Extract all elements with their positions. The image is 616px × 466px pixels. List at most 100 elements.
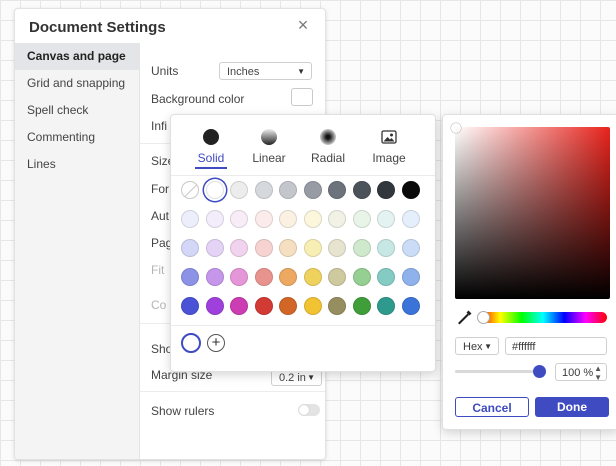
color-swatch[interactable]	[230, 268, 248, 286]
add-color-button[interactable]: +	[207, 334, 225, 352]
color-swatch[interactable]	[401, 210, 420, 228]
color-swatch[interactable]	[303, 210, 322, 228]
background-color-swatch[interactable]	[291, 88, 313, 106]
units-label: Units	[151, 64, 179, 78]
color-format-value: Hex	[463, 341, 483, 353]
tab-radial[interactable]: Radial	[298, 123, 358, 165]
radial-gradient-icon	[320, 129, 336, 145]
color-swatch[interactable]	[254, 297, 273, 315]
color-swatch[interactable]	[279, 210, 297, 228]
color-swatch[interactable]	[328, 268, 346, 286]
show-rulers-toggle[interactable]	[298, 404, 320, 416]
no-fill-swatch[interactable]	[181, 181, 199, 199]
color-swatch[interactable]	[230, 181, 248, 199]
nav-item-commenting[interactable]: Commenting	[15, 124, 139, 151]
color-swatch[interactable]	[328, 239, 346, 257]
divider	[139, 391, 325, 392]
color-swatch[interactable]	[352, 297, 371, 315]
color-swatch[interactable]	[377, 181, 395, 199]
current-color-swatch[interactable]	[181, 333, 201, 353]
tab-image[interactable]: Image	[359, 123, 419, 165]
image-icon	[381, 130, 397, 144]
settings-nav: Canvas and page Grid and snapping Spell …	[15, 43, 140, 459]
nav-item-canvas-and-page[interactable]: Canvas and page	[15, 43, 139, 70]
divider	[171, 325, 435, 326]
nav-item-lines[interactable]: Lines	[15, 151, 139, 178]
color-swatch[interactable]	[279, 297, 297, 315]
fit-label: Fit	[151, 263, 165, 277]
tab-solid[interactable]: Solid	[181, 123, 241, 169]
stepper-icon[interactable]: ▲ ▼	[594, 364, 602, 382]
color-swatch[interactable]	[205, 239, 224, 257]
units-select[interactable]: Inches ▼	[219, 62, 312, 80]
color-swatch[interactable]	[205, 181, 224, 199]
nav-item-grid-and-snapping[interactable]: Grid and snapping	[15, 70, 139, 97]
tab-linear[interactable]: Linear	[239, 123, 299, 165]
color-swatch[interactable]	[401, 239, 420, 257]
color-swatch[interactable]	[377, 297, 395, 315]
color-swatch[interactable]	[352, 181, 371, 199]
color-swatch[interactable]	[181, 239, 199, 257]
color-swatch[interactable]	[205, 210, 224, 228]
chevron-down-icon: ▼	[297, 67, 305, 76]
saturation-value-handle[interactable]	[451, 123, 461, 133]
color-swatch[interactable]	[303, 239, 322, 257]
color-swatch[interactable]	[377, 210, 395, 228]
opacity-slider[interactable]	[455, 365, 546, 378]
nav-item-spell-check[interactable]: Spell check	[15, 97, 139, 124]
color-swatch[interactable]	[328, 181, 346, 199]
eyedropper-icon[interactable]	[457, 309, 473, 325]
color-swatch[interactable]	[181, 210, 199, 228]
color-swatch[interactable]	[377, 239, 395, 257]
color-swatch[interactable]	[303, 297, 322, 315]
show-rulers-row: Show rulers	[151, 401, 321, 421]
done-button[interactable]: Done	[535, 397, 609, 417]
tab-image-label: Image	[372, 151, 406, 165]
color-swatch[interactable]	[181, 268, 199, 286]
fill-picker-popover: Solid Linear Radial Image +	[170, 114, 436, 372]
close-icon[interactable]: ×	[293, 15, 313, 35]
color-swatch[interactable]	[401, 297, 420, 315]
color-swatch[interactable]	[254, 181, 273, 199]
hue-slider[interactable]	[477, 311, 607, 324]
color-swatch[interactable]	[279, 181, 297, 199]
color-swatch[interactable]	[230, 210, 248, 228]
color-picker-popover: Hex ▼ #ffffff 100 % ▲ ▼ Cancel Done	[442, 114, 616, 430]
color-swatch[interactable]	[303, 181, 322, 199]
opacity-slider-handle[interactable]	[533, 365, 546, 378]
infinite-label: Infi	[151, 119, 168, 133]
cancel-button[interactable]: Cancel	[455, 397, 529, 417]
color-swatch[interactable]	[401, 268, 420, 286]
hex-input[interactable]: #ffffff	[505, 337, 607, 355]
color-swatch[interactable]	[205, 268, 224, 286]
opacity-value: 100 %	[562, 367, 594, 379]
color-swatch[interactable]	[181, 297, 199, 315]
color-swatch[interactable]	[377, 268, 395, 286]
color-swatch[interactable]	[230, 297, 248, 315]
color-swatch[interactable]	[230, 239, 248, 257]
color-swatch[interactable]	[328, 297, 346, 315]
color-swatch[interactable]	[254, 268, 273, 286]
solid-fill-icon	[203, 129, 219, 145]
color-format-select[interactable]: Hex ▼	[455, 337, 499, 355]
opacity-input[interactable]: 100 % ▲ ▼	[555, 363, 607, 382]
auto-label: Aut	[151, 209, 170, 223]
color-swatch[interactable]	[205, 297, 224, 315]
color-swatch[interactable]	[352, 268, 371, 286]
color-swatch[interactable]	[254, 210, 273, 228]
color-swatch[interactable]	[279, 268, 297, 286]
hue-slider-handle[interactable]	[477, 311, 490, 324]
color-swatch[interactable]	[254, 239, 273, 257]
margin-size-value: 0.2 in	[279, 372, 306, 384]
color-swatch[interactable]	[279, 239, 297, 257]
color-label: Co	[151, 298, 167, 312]
format-label: For	[151, 182, 169, 196]
color-swatch[interactable]	[303, 268, 322, 286]
color-swatch[interactable]	[328, 210, 346, 228]
color-swatch[interactable]	[352, 239, 371, 257]
saturation-value-area[interactable]	[451, 123, 610, 299]
units-value: Inches	[227, 66, 260, 78]
tab-solid-label: Solid	[197, 151, 225, 165]
color-swatch[interactable]	[352, 210, 371, 228]
color-swatch[interactable]	[401, 181, 420, 199]
